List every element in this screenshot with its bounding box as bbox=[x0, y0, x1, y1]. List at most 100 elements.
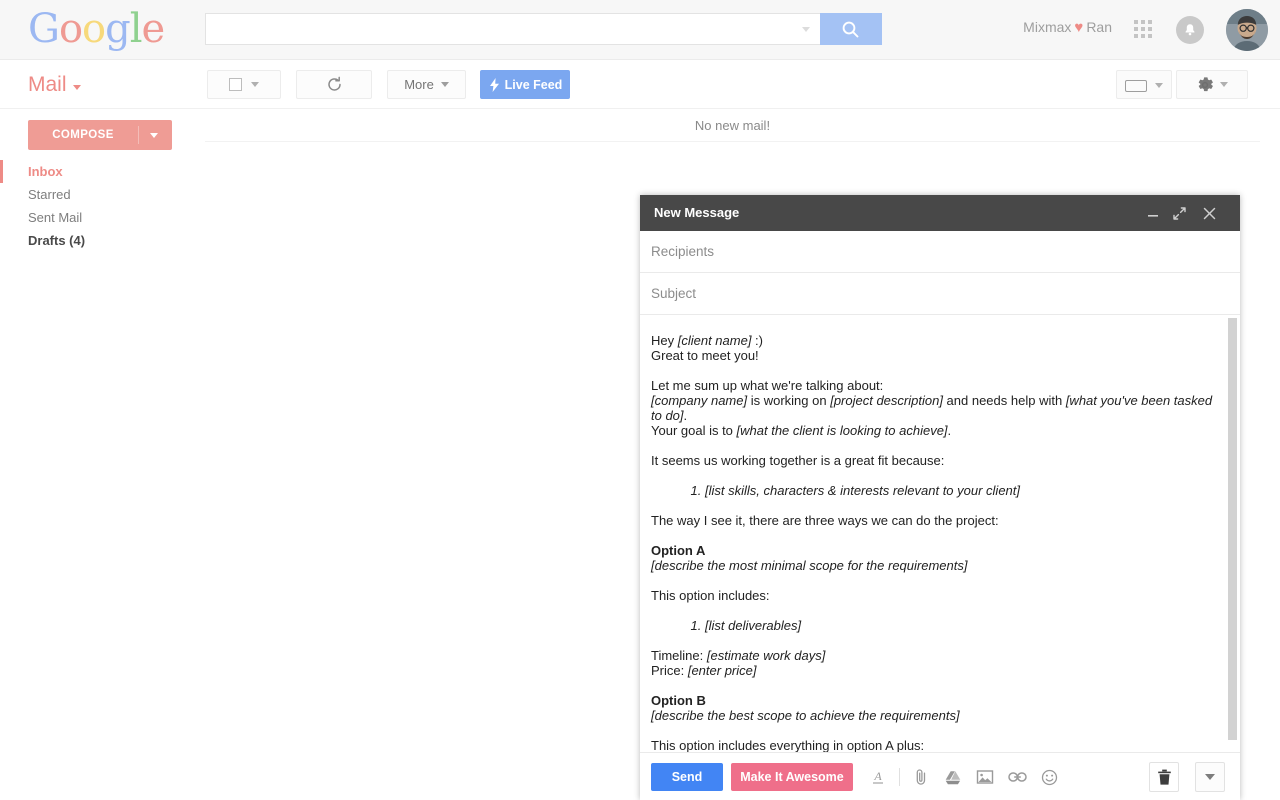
price-line: Price: [enter price] bbox=[651, 663, 1224, 678]
avatar-photo bbox=[1226, 9, 1268, 51]
grid-dot bbox=[1141, 27, 1145, 31]
format-text-button[interactable]: A bbox=[862, 765, 894, 789]
notifications-button[interactable] bbox=[1176, 16, 1204, 44]
price-label: Price: bbox=[651, 663, 688, 678]
logo-letter: l bbox=[129, 6, 143, 52]
compose-label: COMPOSE bbox=[52, 129, 114, 141]
recipients-placeholder: Recipients bbox=[651, 244, 715, 259]
goal-suffix: . bbox=[947, 423, 952, 438]
greeting-suffix: :) bbox=[751, 333, 763, 348]
insert-emoji-button[interactable] bbox=[1033, 765, 1065, 789]
logo-letter: o bbox=[58, 6, 83, 52]
more-label: More bbox=[404, 77, 434, 92]
deliverables-list: [list deliverables] bbox=[651, 618, 1224, 633]
compose-body[interactable]: Hey [client name] :) Great to meet you! … bbox=[640, 315, 1240, 752]
grid-dot bbox=[1134, 20, 1138, 24]
sidebar-item-inbox[interactable]: Inbox bbox=[0, 160, 200, 183]
timeline-label: Timeline: bbox=[651, 648, 707, 663]
mail-toolbar: Mail bbox=[0, 60, 1280, 109]
apps-grid-icon[interactable] bbox=[1134, 20, 1154, 40]
sidebar-item-sent-mail[interactable]: Sent Mail bbox=[0, 206, 200, 229]
compose-window-header[interactable]: New Message bbox=[640, 195, 1240, 231]
close-button[interactable] bbox=[1196, 195, 1222, 231]
minimize-button[interactable] bbox=[1140, 195, 1166, 231]
company-name-placeholder: [company name] bbox=[651, 393, 748, 408]
select-all-button[interactable] bbox=[207, 70, 281, 99]
grid-dot bbox=[1148, 27, 1152, 31]
subject-input[interactable]: Subject bbox=[640, 273, 1240, 315]
more-button[interactable]: More bbox=[387, 70, 466, 99]
option-b-includes: This option includes everything in optio… bbox=[651, 738, 925, 752]
insert-photo-icon bbox=[976, 770, 994, 784]
sidebar-item-starred[interactable]: Starred bbox=[0, 183, 200, 206]
insert-photo-button[interactable] bbox=[969, 765, 1001, 789]
compose-footer: Send Make It Awesome A bbox=[640, 752, 1240, 800]
google-logo[interactable]: Google bbox=[28, 6, 165, 52]
emoji-smiley-icon bbox=[1041, 769, 1057, 785]
expand-button[interactable] bbox=[1166, 195, 1192, 231]
svg-text:A: A bbox=[873, 769, 882, 783]
more-options-button[interactable] bbox=[1195, 762, 1225, 792]
chevron-down-icon bbox=[72, 84, 81, 90]
send-button[interactable]: Send bbox=[651, 763, 723, 791]
logo-letter: G bbox=[28, 6, 60, 52]
user-avatar[interactable] bbox=[1226, 9, 1268, 51]
option-b-desc-placeholder: [describe the best scope to achieve the … bbox=[651, 708, 960, 723]
logo-letter: o bbox=[82, 6, 106, 52]
grid-dot bbox=[1141, 34, 1145, 38]
sidebar-item-label: Drafts (4) bbox=[28, 233, 86, 248]
empty-mailbox-message: No new mail! bbox=[205, 110, 1260, 142]
compose-window-title: New Message bbox=[654, 205, 740, 220]
expand-icon bbox=[1172, 206, 1186, 220]
option-b-title: Option B bbox=[651, 693, 1224, 708]
keyboard-shortcuts-button[interactable] bbox=[1116, 70, 1172, 99]
client-name-placeholder: [client name] bbox=[677, 333, 752, 348]
option-a-desc: [describe the most minimal scope for the… bbox=[651, 558, 1224, 573]
mail-menu-button[interactable]: Mail bbox=[28, 73, 81, 97]
logo-letter: g bbox=[105, 6, 131, 52]
mixmax-user-label: Mixmax ♥ Ran bbox=[1023, 19, 1112, 36]
recipients-input[interactable]: Recipients bbox=[640, 231, 1240, 273]
make-it-awesome-button[interactable]: Make It Awesome bbox=[731, 763, 853, 791]
search-button[interactable] bbox=[820, 13, 882, 45]
body-goal-line: Your goal is to [what the client is look… bbox=[651, 423, 1224, 438]
sidebar-item-drafts[interactable]: Drafts (4) bbox=[0, 229, 200, 252]
discard-draft-button[interactable] bbox=[1149, 762, 1179, 792]
insert-link-button[interactable] bbox=[1001, 765, 1033, 789]
timeline-line: Timeline: [estimate work days] bbox=[651, 648, 1224, 663]
goal-placeholder: [what the client is looking to achieve] bbox=[736, 423, 948, 438]
grid-dot bbox=[1148, 34, 1152, 38]
sidebar-item-label: Sent Mail bbox=[28, 210, 83, 225]
timeline-placeholder: [estimate work days] bbox=[706, 648, 826, 663]
chevron-down-icon[interactable] bbox=[150, 133, 158, 138]
attach-file-button[interactable] bbox=[905, 765, 937, 789]
compose-format-tools: A bbox=[862, 765, 1065, 789]
goal-prefix: Your goal is to bbox=[651, 423, 737, 438]
search-options-caret-icon[interactable] bbox=[802, 27, 810, 32]
price-placeholder: [enter price] bbox=[687, 663, 757, 678]
refresh-button[interactable] bbox=[296, 70, 372, 99]
insert-drive-button[interactable] bbox=[937, 765, 969, 789]
body-three-ways: The way I see it, there are three ways w… bbox=[651, 513, 999, 528]
project-description-placeholder: [project description] bbox=[830, 393, 943, 408]
settings-button[interactable] bbox=[1176, 70, 1248, 99]
heart-icon: ♥ bbox=[1074, 19, 1084, 36]
live-feed-button[interactable]: Live Feed bbox=[480, 70, 570, 99]
notifications-bell-icon bbox=[1185, 24, 1195, 36]
compose-divider bbox=[138, 126, 139, 144]
greeting-prefix: Hey bbox=[651, 333, 678, 348]
chevron-down-icon bbox=[1220, 82, 1228, 87]
compose-button[interactable]: COMPOSE bbox=[28, 120, 172, 150]
grid-dot bbox=[1148, 20, 1152, 24]
scrollbar-thumb[interactable] bbox=[1228, 318, 1237, 740]
paperclip-attach-icon bbox=[916, 769, 926, 785]
compose-body-scrollbar[interactable] bbox=[1227, 317, 1238, 749]
search-input[interactable] bbox=[205, 13, 820, 45]
chevron-down-icon bbox=[440, 82, 449, 87]
option-a-desc-placeholder: [describe the most minimal scope for the… bbox=[651, 558, 968, 573]
close-icon bbox=[1203, 207, 1215, 219]
list-item: [list skills, characters & interests rel… bbox=[705, 483, 1224, 498]
option-b-heading: Option B bbox=[651, 693, 706, 708]
mixmax-username: Ran bbox=[1086, 19, 1112, 35]
top-bar: Google Mixmax ♥ Ran bbox=[0, 0, 1280, 60]
